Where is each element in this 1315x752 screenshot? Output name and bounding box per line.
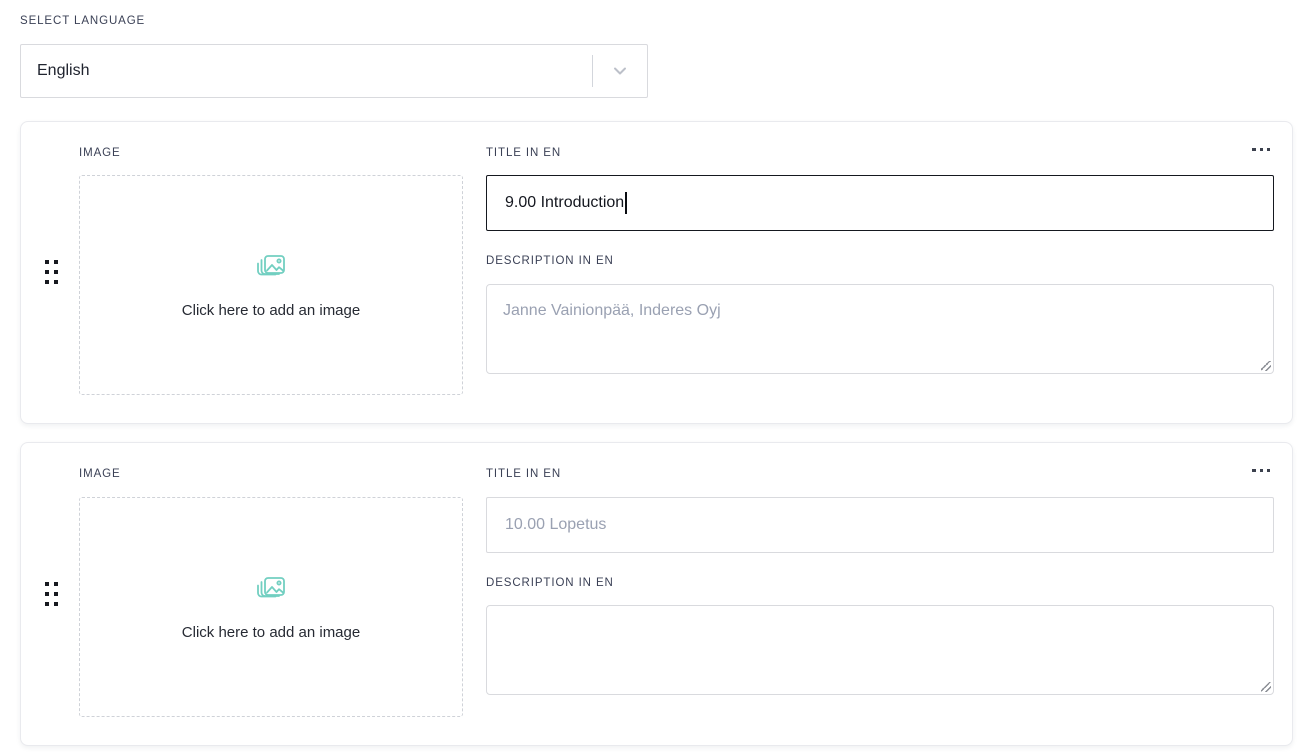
ellipsis-icon <box>1252 148 1255 151</box>
more-options-button[interactable] <box>1244 461 1278 480</box>
resize-grip-icon[interactable] <box>1261 682 1271 692</box>
dropzone-text: Click here to add an image <box>182 302 360 319</box>
agenda-item-card-2: IMAGE Click here to add an image <box>20 442 1293 746</box>
image-dropzone[interactable]: Click here to add an image <box>79 497 463 717</box>
title-input-value: 9.00 Introduction <box>505 194 624 212</box>
image-label: IMAGE <box>79 469 463 481</box>
language-select[interactable]: English <box>20 44 648 98</box>
description-textarea[interactable] <box>486 284 1274 374</box>
image-icon <box>255 573 287 610</box>
text-caret <box>625 192 627 214</box>
title-label: TITLE IN EN <box>486 148 1274 160</box>
description-textarea[interactable] <box>486 605 1274 695</box>
select-language-label: SELECT LANGUAGE <box>20 16 1293 28</box>
image-label: IMAGE <box>79 148 463 160</box>
language-select-value: English <box>21 62 592 80</box>
chevron-down-icon[interactable] <box>593 62 647 80</box>
content-editor-page: SELECT LANGUAGE English IMAGE <box>20 16 1293 746</box>
ellipsis-icon <box>1252 469 1255 472</box>
description-label: DESCRIPTION IN EN <box>486 256 1274 268</box>
image-icon <box>255 251 287 288</box>
title-input[interactable] <box>486 497 1274 553</box>
title-label: TITLE IN EN <box>486 469 1274 481</box>
agenda-item-card-1: IMAGE Click here to add an image <box>20 121 1293 425</box>
dropzone-text: Click here to add an image <box>182 624 360 641</box>
resize-grip-icon[interactable] <box>1261 361 1271 371</box>
drag-handle[interactable] <box>41 256 62 288</box>
drag-handle[interactable] <box>41 578 62 610</box>
description-label: DESCRIPTION IN EN <box>486 578 1274 590</box>
image-dropzone[interactable]: Click here to add an image <box>79 175 463 395</box>
title-input[interactable]: 9.00 Introduction <box>486 175 1274 231</box>
more-options-button[interactable] <box>1244 140 1278 159</box>
